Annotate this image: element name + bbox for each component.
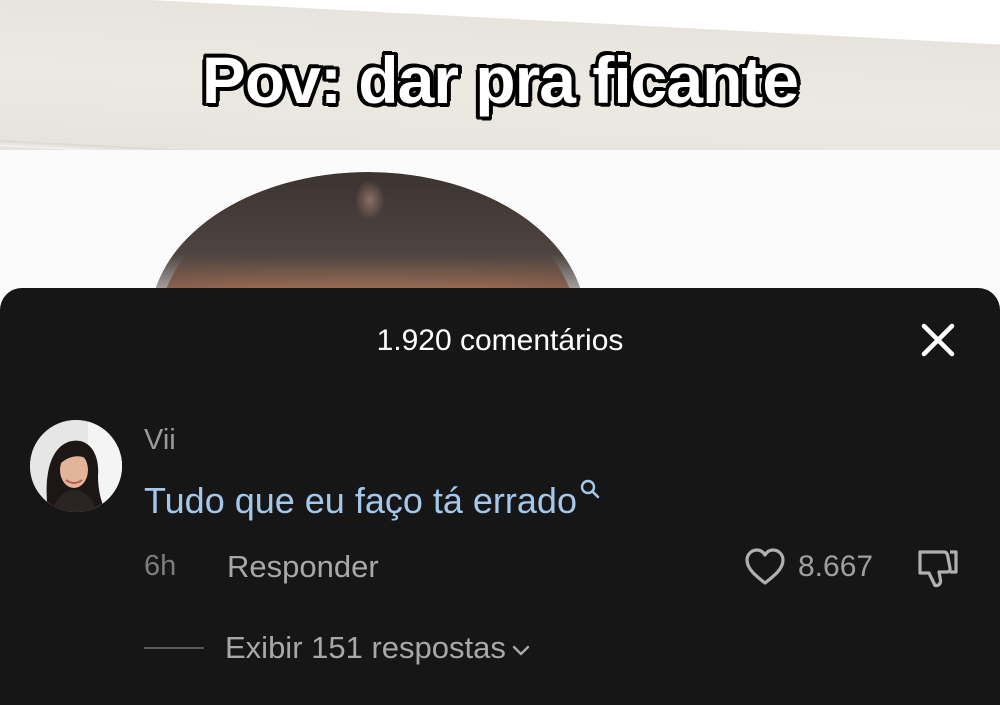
close-button[interactable] [914,316,962,364]
search-icon[interactable] [579,478,601,500]
hair-part [355,180,385,220]
reply-button[interactable]: Responder [227,549,379,585]
comments-count-title: 1.920 comentários [376,324,624,357]
view-replies-button[interactable]: Exibir 151 respostas [225,630,532,666]
chevron-down-icon [510,639,532,661]
view-replies-label: Exibir 151 respostas [225,630,506,665]
comment-text-content: Tudo que eu faço tá errado [144,480,577,521]
comment-timestamp: 6h [144,550,177,582]
like-count: 8.667 [798,550,874,583]
comment-username[interactable]: Vii [144,424,176,457]
comment-item: Vii Tudo que eu faço tá errado 6h Respon… [0,418,1000,678]
heart-icon [745,548,785,585]
video-caption: Pov: dar pra ficante [201,43,799,117]
replies-divider [144,647,204,649]
comments-sheet: 1.920 comentários Vii Tudo que eu faço t… [0,288,1000,705]
dislike-button[interactable] [912,542,962,592]
avatar[interactable] [30,420,122,512]
like-button[interactable] [742,544,788,590]
close-icon [921,323,955,357]
thumbs-down-icon [918,550,958,588]
comment-text[interactable]: Tudo que eu faço tá errado [144,478,601,522]
